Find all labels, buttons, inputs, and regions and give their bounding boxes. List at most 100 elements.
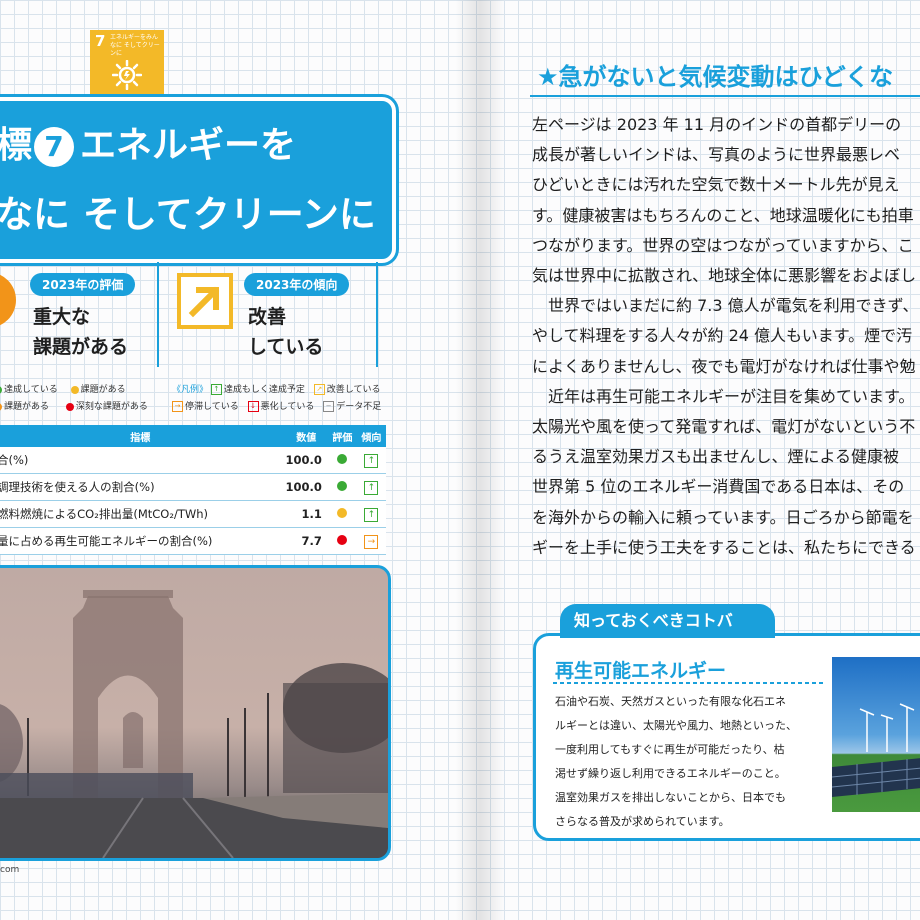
- indicator-name: 調理技術を使える人の割合(%): [0, 473, 285, 501]
- legend-eval-row1: 達成している 課題がある: [0, 382, 126, 395]
- table-row: 燃料燃焼によるCO₂排出量(MtCO₂/TWh) 1.1 ↑: [0, 500, 386, 528]
- goal-title-text1: エネルギーを: [80, 125, 297, 166]
- indicator-name: 合(%): [0, 447, 285, 474]
- definition-line: さらなる普及が求められています。: [555, 815, 730, 828]
- goal-prefix: 標: [0, 125, 33, 166]
- legend-trend-row1: 《凡例》 ↑ 達成もしく達成予定 ↗ 改善している: [172, 382, 381, 395]
- definition-line: 温室効果ガスを排出しないことから、日本でも: [555, 791, 786, 804]
- legend-eval-item: 課題がある: [80, 385, 126, 395]
- body-line: 近年は再生可能エネルギーが注目を集めています。: [532, 386, 915, 406]
- section-underline: [530, 95, 920, 97]
- header-indicator: 指標: [0, 425, 285, 447]
- arrow-right-icon: →: [172, 401, 183, 412]
- header-eval: 評価: [327, 425, 357, 447]
- india-gate-smog-photo: [0, 565, 391, 861]
- header-value: 数値: [284, 425, 328, 447]
- evaluation-value-line1: 重大な: [33, 306, 91, 328]
- legend-title: 《凡例》: [172, 385, 209, 395]
- legend-trend-item: データ不足: [336, 402, 382, 412]
- keyword-term: 再生可能エネルギー: [555, 660, 727, 682]
- definition-line: 石油や石炭、天然ガスといった有限な化石エネ: [555, 695, 786, 708]
- yellow-dot-icon: [70, 385, 79, 394]
- arrow-up-icon: ↑: [364, 454, 379, 468]
- body-line: 左ページは 2023 年 11 月のインドの首都デリーの: [532, 115, 902, 134]
- solar-panel-photo: [832, 657, 920, 812]
- yellow-dot-icon: [337, 508, 348, 518]
- legend-trend-row2: → 停滞している ↓ 悪化している − データ不足: [172, 399, 381, 412]
- table-row: 調理技術を使える人の割合(%) 100.0 ↑: [0, 473, 386, 501]
- rating-divider: [157, 262, 159, 367]
- book-spine-shadow: [455, 0, 505, 920]
- goal-number-circle: 7: [34, 127, 75, 167]
- body-line: るうえ温室効果ガスも出ませんし、煙による健康被: [532, 447, 900, 467]
- indicator-value: 100.0: [284, 473, 328, 501]
- red-dot-icon: [65, 402, 74, 411]
- legend-eval-row2: 課題がある 深刻な課題がある: [0, 399, 148, 412]
- header-trend: 傾向: [356, 425, 386, 447]
- green-dot-icon: [0, 385, 2, 394]
- trend-value-line2: している: [248, 336, 324, 358]
- table-header-row: 指標 数値 評価 傾向: [0, 425, 386, 447]
- section-heading: ★急がないと気候変動はひどくな: [537, 63, 894, 91]
- evaluation-label: 2023年の評価: [30, 273, 136, 296]
- trend-label: 2023年の傾向: [244, 273, 350, 296]
- indicator-value: 100.0: [284, 447, 328, 474]
- sdg-short-title: エネルギーをみんなに そしてクリーンに: [110, 34, 160, 57]
- legend-trend-item: 改善している: [326, 385, 381, 395]
- evaluation-value-line2: 課題がある: [33, 336, 129, 358]
- orange-dot-icon: [0, 402, 2, 411]
- body-line: によくありませんし、夜でも電灯がなければ仕事や勉: [532, 356, 916, 376]
- evaluation-value: 重大な 課題がある: [33, 302, 128, 362]
- definition-line: 一度利用してもすぐに再生が可能だったり、枯: [555, 743, 785, 756]
- body-text: 左ページは 2023 年 11 月のインドの首都デリーの 成長が著しいインドは、…: [532, 110, 920, 563]
- rating-divider-right: [376, 262, 378, 367]
- body-line: 気は世界中に拡散され、地球全体に悪影響をおよぼし: [532, 266, 917, 286]
- arrow-down-icon: ↓: [247, 401, 259, 412]
- legend-trend-item: 悪化している: [260, 402, 315, 412]
- goal-title-line1: 標 7 エネルギーを: [0, 116, 296, 168]
- red-dot-icon: [337, 535, 348, 545]
- indicator-value: 7.7: [284, 527, 328, 555]
- sdg-number: 7: [95, 32, 106, 50]
- definition-line: 渇せず繰り返し利用できるエネルギーのこと。: [555, 767, 786, 780]
- body-line: 太陽光や風を使って発電すれば、電灯がないという不: [532, 417, 916, 437]
- indicator-value: 1.1: [284, 500, 328, 528]
- legend-trend-item: 達成もしく達成予定: [223, 385, 305, 395]
- arrow-up-right-icon: ↗: [313, 384, 325, 395]
- body-line: つながります。世界の空はつながっていますから、こ: [532, 235, 914, 255]
- body-line: ひどいときには汚れた空気で数十メートル先が見え: [532, 175, 900, 195]
- keyword-underline: [553, 682, 823, 684]
- arrow-up-icon: ↑: [210, 384, 222, 395]
- body-line: 成長が著しいインドは、写真のように世界最悪レベ: [532, 145, 901, 165]
- arrow-right-icon: →: [364, 535, 379, 549]
- body-line: す。健康被害はもちろんのこと、地球温暖化にも拍車: [532, 205, 914, 225]
- table-row: 量に占める再生可能エネルギーの割合(%) 7.7 →: [0, 527, 386, 555]
- body-line: やして料理をする人々が約 24 億人もいます。煙で汚: [532, 326, 913, 346]
- sdg-goal-badge: 7 エネルギーをみんなに そしてクリーンに: [90, 30, 164, 104]
- legend-trend-item: 停滞している: [185, 402, 239, 412]
- arrow-up-icon: ↑: [364, 481, 379, 495]
- keyword-tab: 知っておくべきコトバ: [560, 604, 775, 638]
- keyword-definition: 石油や石炭、天然ガスといった有限な化石エネ ルギーとは違い、太陽光や風力、地熱と…: [555, 690, 825, 834]
- trend-value-line1: 改善: [248, 306, 287, 328]
- body-line: を海外からの輸入に頼っています。日ごろから節電を: [532, 507, 914, 527]
- goal-title-line2: なに そしてクリーンに: [0, 193, 376, 236]
- green-dot-icon: [337, 481, 348, 491]
- indicator-table: 指標 数値 評価 傾向 合(%) 100.0 ↑ 調理技術を使える人の割合(%)…: [0, 425, 386, 555]
- arrow-up-right-icon: [177, 273, 233, 329]
- definition-line: ルギーとは違い、太陽光や風力、地熱といった、: [555, 719, 797, 732]
- body-line: 世界ではいまだに約 7.3 億人が電気を利用できず、: [532, 296, 919, 316]
- table-row: 合(%) 100.0 ↑: [0, 447, 386, 474]
- legend-eval-item: 達成している: [4, 385, 58, 395]
- sun-power-icon: [112, 60, 142, 90]
- indicator-name: 量に占める再生可能エネルギーの割合(%): [0, 527, 285, 555]
- trend-value: 改善 している: [248, 302, 323, 362]
- dash-icon: −: [323, 401, 335, 412]
- legend-eval-item: 深刻な課題がある: [75, 402, 148, 412]
- indicator-name: 燃料燃焼によるCO₂排出量(MtCO₂/TWh): [0, 500, 285, 528]
- legend-eval-item: 課題がある: [4, 402, 50, 412]
- green-dot-icon: [337, 454, 348, 464]
- photo-credit: com: [0, 865, 20, 875]
- body-line: 世界第 5 位のエネルギー消費国である日本は、その: [532, 477, 905, 497]
- body-line: ギーを上手に使う工夫をすることは、私たちにできる: [532, 537, 916, 557]
